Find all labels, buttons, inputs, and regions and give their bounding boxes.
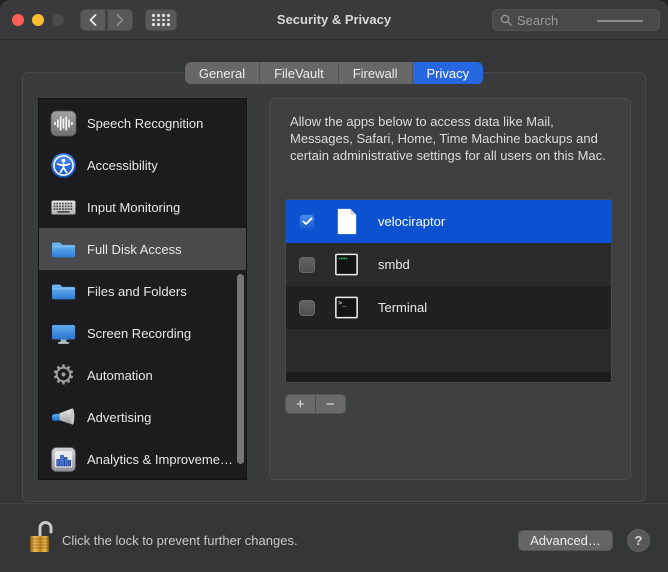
advanced-button[interactable]: Advanced…: [518, 530, 613, 551]
keyboard-icon: [50, 194, 77, 221]
app-name: velociraptor: [378, 214, 446, 229]
security-privacy-window: Security & Privacy Search General FileVa…: [0, 0, 668, 572]
sidebar-item-label: Accessibility: [87, 157, 158, 173]
speech-recognition-icon: [50, 110, 77, 137]
tab-bar: General FileVault Firewall Privacy: [0, 62, 668, 84]
document-icon: [332, 207, 361, 236]
gear-icon: ⚙: [51, 359, 76, 390]
sidebar-item-label: Speech Recognition: [87, 115, 204, 131]
titlebar: Security & Privacy Search: [0, 0, 668, 40]
app-list-empty-row: [286, 329, 611, 372]
remove-app-button[interactable]: −: [315, 395, 345, 413]
tab-firewall[interactable]: Firewall: [338, 62, 413, 84]
bar-chart-icon: [50, 446, 77, 473]
checkbox-smbd[interactable]: [299, 256, 315, 273]
sidebar-item-advertising[interactable]: Advertising: [39, 396, 246, 438]
content-box: Speech Recognition Accessibility Input M…: [22, 72, 646, 502]
search-icon: [500, 14, 512, 26]
privacy-detail-panel: Allow the apps below to access data like…: [269, 98, 631, 480]
panel-description: Allow the apps below to access data like…: [290, 114, 606, 163]
svg-text:>_: >_: [338, 299, 347, 307]
sidebar-item-input-monitoring[interactable]: Input Monitoring: [39, 186, 246, 228]
sidebar-item-screen-recording[interactable]: Screen Recording: [39, 312, 246, 354]
help-button[interactable]: ?: [627, 529, 650, 552]
blue-folder-icon: [50, 236, 77, 263]
sidebar-item-label: Input Monitoring: [87, 199, 181, 215]
unix-executable-icon: [332, 250, 361, 279]
tab-privacy[interactable]: Privacy: [412, 62, 484, 84]
sidebar-item-label: Advertising: [87, 409, 152, 425]
app-row-velociraptor[interactable]: velociraptor: [286, 200, 611, 243]
sidebar-item-label: Files and Folders: [87, 283, 187, 299]
terminal-icon: >_: [332, 293, 361, 322]
sidebar-item-label: Full Disk Access: [87, 241, 182, 257]
app-row-terminal[interactable]: >_ Terminal: [286, 286, 611, 329]
sidebar-item-label: Automation: [87, 367, 153, 383]
checkbox-velociraptor[interactable]: [299, 213, 315, 230]
app-name: Terminal: [378, 300, 428, 315]
sidebar-item-files-and-folders[interactable]: Files and Folders: [39, 270, 246, 312]
checkbox-terminal[interactable]: [299, 299, 315, 316]
blue-folder-icon: [50, 278, 77, 305]
tab-general[interactable]: General: [184, 62, 261, 84]
add-remove-control: + −: [285, 394, 346, 414]
sidebar-item-analytics[interactable]: Analytics & Improveme…: [39, 438, 246, 479]
sidebar-item-speech-recognition[interactable]: Speech Recognition: [39, 102, 246, 144]
search-placeholder: Search: [517, 12, 559, 28]
display-icon: [50, 320, 77, 347]
allowed-apps-list: velociraptor smbd >_ Terminal: [285, 199, 612, 383]
accessibility-icon: [50, 152, 77, 179]
tab-filevault[interactable]: FileVault: [260, 62, 339, 84]
lock-icon[interactable]: [28, 518, 56, 556]
lock-hint-text: Click the lock to prevent further change…: [62, 533, 298, 548]
app-name: smbd: [378, 257, 410, 272]
search-input[interactable]: Search: [492, 9, 660, 31]
sidebar-item-automation[interactable]: ⚙ Automation: [39, 354, 246, 396]
megaphone-icon: [50, 404, 77, 431]
check-icon: [302, 217, 312, 225]
app-row-smbd[interactable]: smbd: [286, 243, 611, 286]
sidebar-item-accessibility[interactable]: Accessibility: [39, 144, 246, 186]
privacy-category-list: Speech Recognition Accessibility Input M…: [38, 98, 247, 480]
sidebar-item-full-disk-access[interactable]: Full Disk Access: [39, 228, 246, 270]
sidebar-item-label: Analytics & Improveme…: [87, 451, 233, 467]
add-app-button[interactable]: +: [286, 395, 316, 413]
sidebar-scrollbar-thumb[interactable]: [237, 274, 244, 464]
footer-divider: [0, 503, 668, 504]
sidebar-item-label: Screen Recording: [87, 325, 192, 341]
search-field-line: [597, 20, 643, 22]
